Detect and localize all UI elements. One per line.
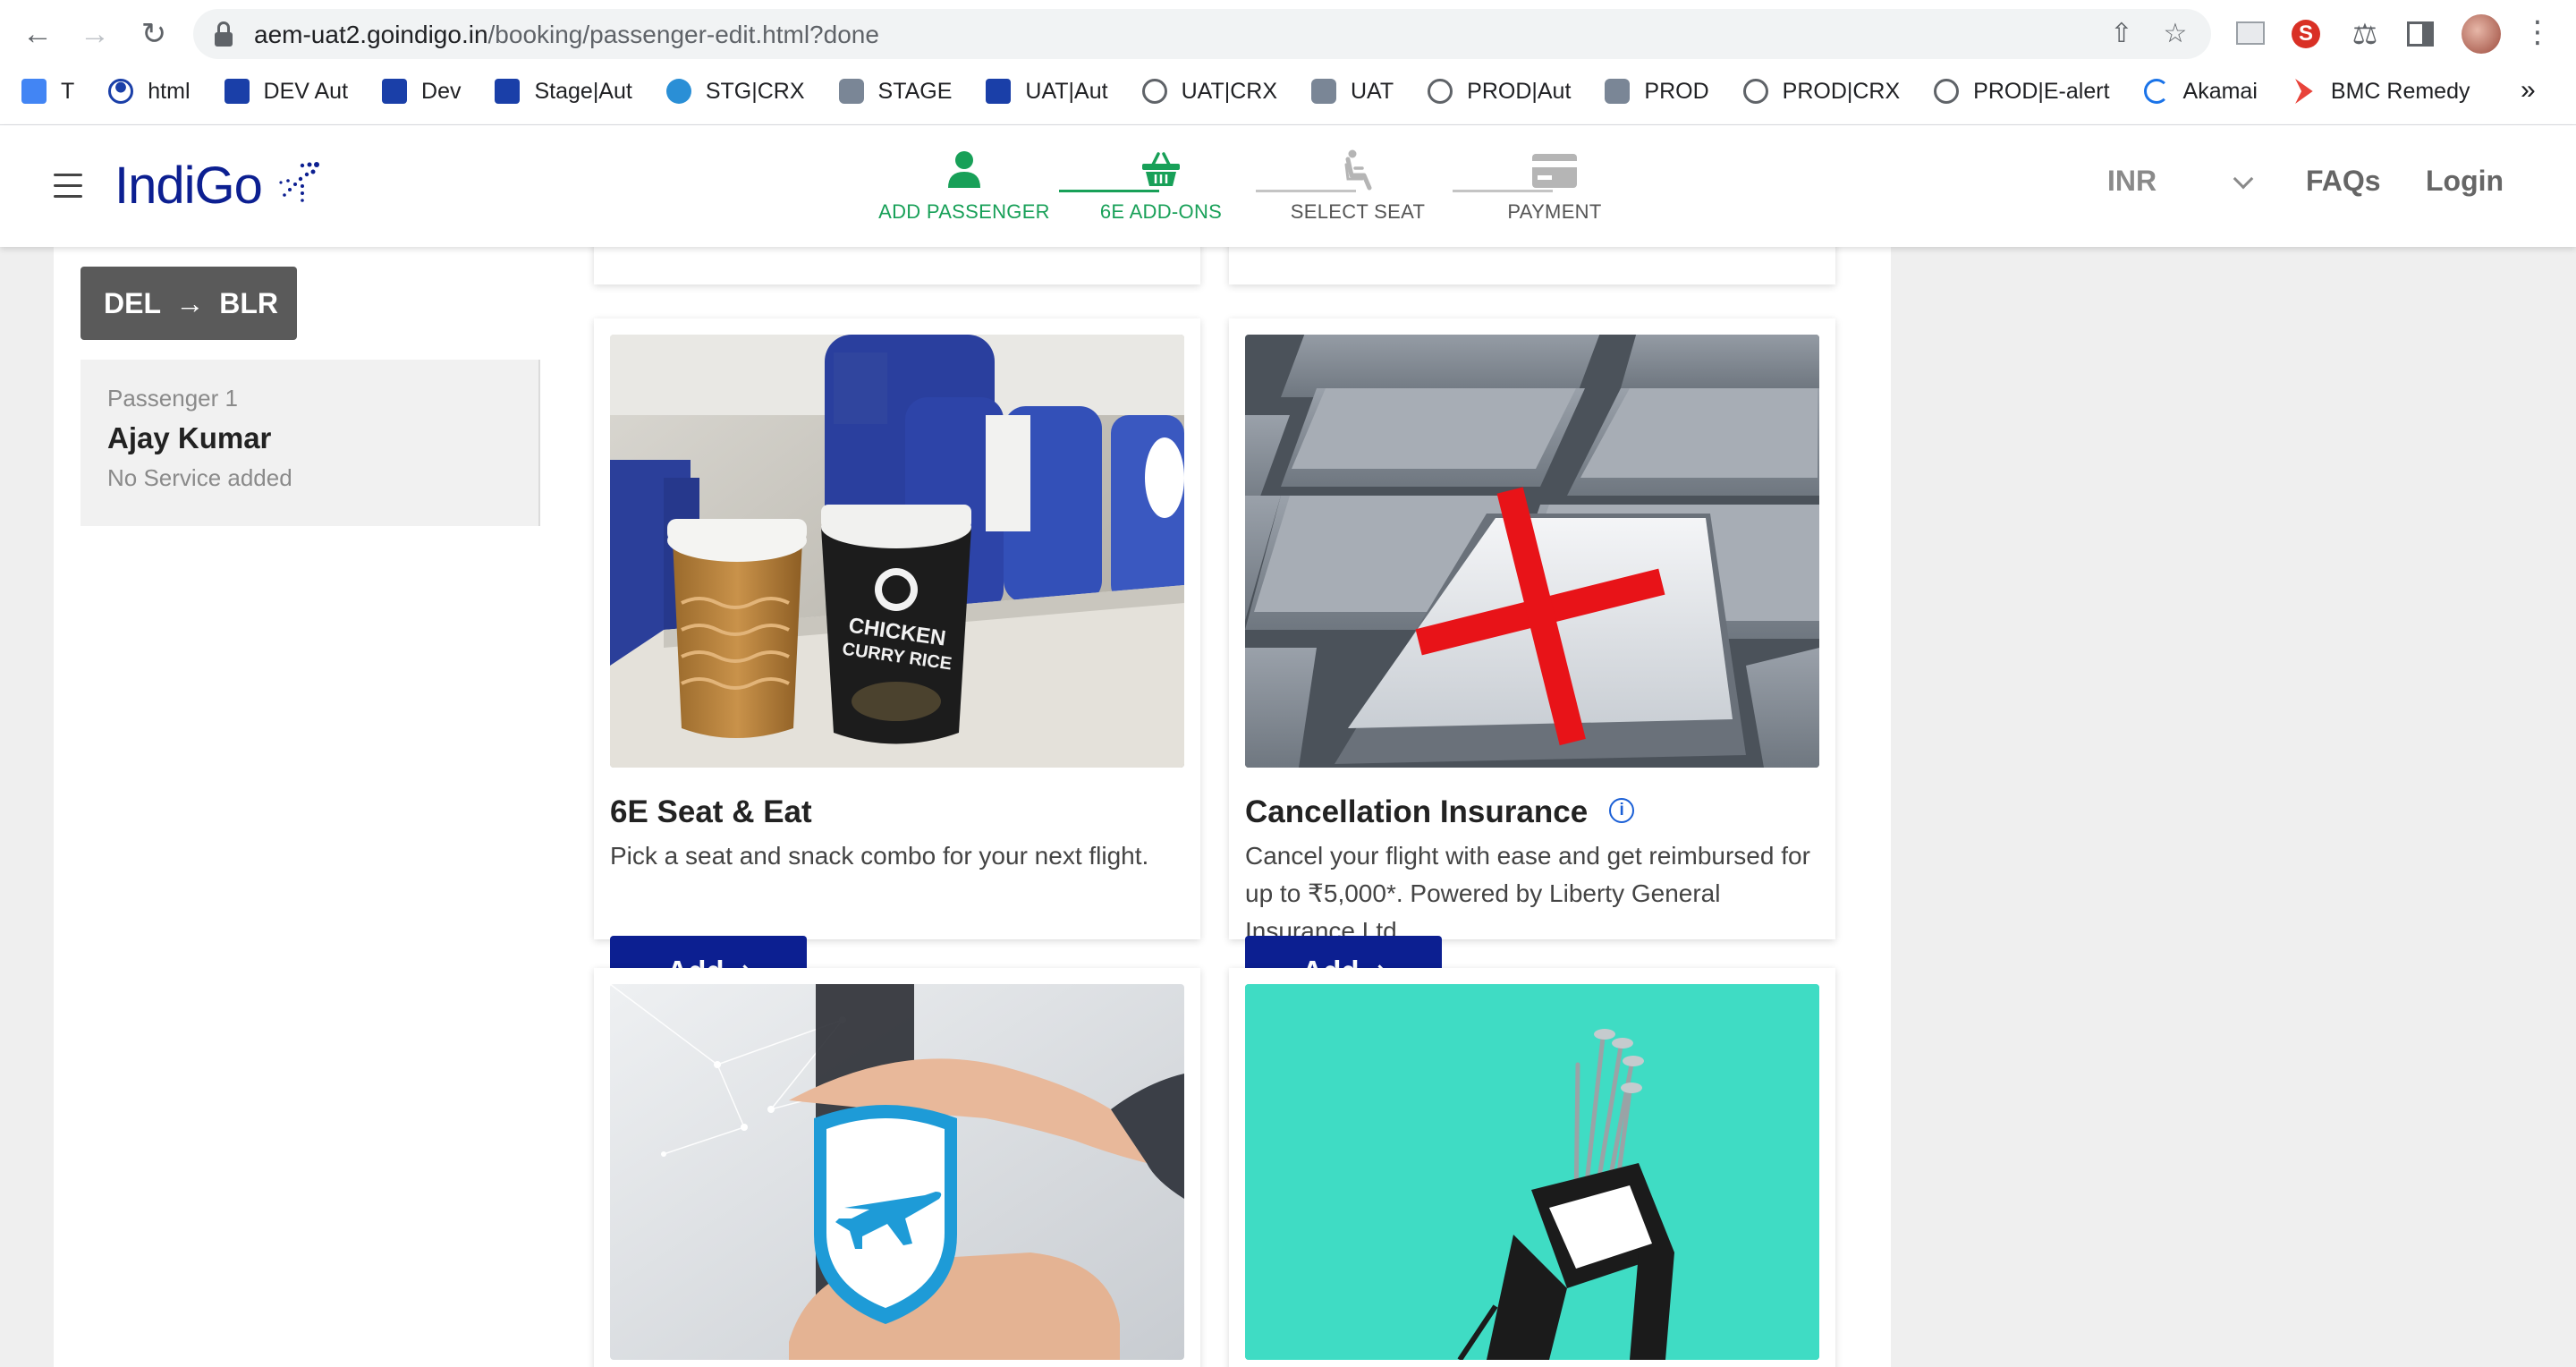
side-panel-icon[interactable] <box>2402 16 2438 52</box>
robot-icon <box>1311 79 1336 104</box>
step-6e-add-ons[interactable]: 6E ADD-ONS <box>1072 149 1250 224</box>
cancellation-insurance-image <box>1245 335 1819 768</box>
currency-selector[interactable]: INR <box>2107 165 2157 198</box>
extension-reader-icon[interactable] <box>2233 16 2268 52</box>
extension-seo-icon[interactable]: S <box>2288 16 2324 52</box>
bookmark-item[interactable]: STAGE <box>838 79 952 105</box>
share-icon[interactable]: ⇧ <box>2107 20 2136 48</box>
globe-icon <box>1428 79 1453 104</box>
chevron-down-icon[interactable] <box>2233 168 2254 190</box>
person-icon <box>108 79 134 104</box>
card-icon <box>1532 149 1577 191</box>
bookmark-item[interactable]: Akamai <box>2143 79 2258 105</box>
addon-title: Cancellation Insurance i <box>1245 794 1635 830</box>
reload-icon[interactable]: ↻ <box>134 14 174 54</box>
addon-card-cancellation-insurance: Cancellation Insurance i Cancel your flig… <box>1229 318 1835 1007</box>
robot-icon <box>1605 79 1631 104</box>
forward-icon[interactable]: → <box>75 14 114 54</box>
addon-card-travel-insurance <box>594 968 1200 1367</box>
passenger-name: Ajay Kumar <box>107 421 272 454</box>
plane-icon <box>224 79 250 104</box>
addon-card-seat-eat: CHICKEN CURRY RICE 6E Seat & Eat Pick a … <box>594 318 1200 1007</box>
profile-avatar[interactable] <box>2462 14 2501 54</box>
bookmark-item[interactable]: PROD <box>1605 79 1709 105</box>
bookmark-item[interactable]: STG|CRX <box>665 79 805 105</box>
bookmark-item[interactable]: Dev <box>382 79 461 105</box>
site-header: IndiGo ADD PASSENGER 6E ADD-ONS SELECT S… <box>0 125 2576 247</box>
logo-plane-dots-icon <box>279 162 319 202</box>
service-status: No Service added <box>107 464 292 491</box>
plane-icon <box>986 79 1012 104</box>
bookmark-item[interactable]: BMC Remedy <box>2292 79 2470 105</box>
travel-insurance-image <box>610 984 1184 1360</box>
lock-icon[interactable] <box>213 21 234 47</box>
login-link[interactable]: Login <box>2426 165 2504 198</box>
faqs-link[interactable]: FAQs <box>2306 165 2381 198</box>
bookmarks-bar: T html DEV Aut Dev Stage|Aut STG|CRX STA… <box>21 73 2470 109</box>
bookmark-item[interactable]: PROD|Aut <box>1428 79 1571 105</box>
bookmark-item[interactable]: UAT <box>1311 79 1394 105</box>
step-payment[interactable]: PAYMENT <box>1465 149 1644 224</box>
url-text[interactable]: aem-uat2.goindigo.in/booking/passenger-e… <box>254 21 879 49</box>
globe-icon <box>1934 79 1960 104</box>
bookmark-item[interactable]: PROD|E-alert <box>1934 79 2110 105</box>
bookmark-item[interactable]: DEV Aut <box>224 79 348 105</box>
addon-card-partial <box>594 247 1200 284</box>
bookmark-item[interactable]: html <box>108 79 191 105</box>
globe-icon <box>1141 79 1167 104</box>
golf-bag-image <box>1245 984 1819 1360</box>
step-add-passenger[interactable]: ADD PASSENGER <box>875 149 1054 224</box>
booking-content-area: DEL → BLR Passenger 1 Ajay Kumar No Serv… <box>54 247 1891 1367</box>
step-select-seat[interactable]: SELECT SEAT <box>1268 149 1447 224</box>
address-bar[interactable]: aem-uat2.goindigo.in/booking/passenger-e… <box>193 9 2211 59</box>
passenger-number: Passenger 1 <box>107 385 238 412</box>
browser-chrome: ← → ↻ aem-uat2.goindigo.in/booking/passe… <box>0 0 2576 125</box>
info-icon[interactable]: i <box>1609 797 1635 823</box>
passenger-summary-card[interactable]: Passenger 1 Ajay Kumar No Service added <box>80 360 540 526</box>
route-chip[interactable]: DEL → BLR <box>80 267 297 340</box>
bookmark-item[interactable]: PROD|CRX <box>1742 79 1900 105</box>
hamburger-menu-icon[interactable] <box>54 174 82 199</box>
back-icon[interactable]: ← <box>18 14 57 54</box>
bookmark-item[interactable]: UAT|CRX <box>1141 79 1277 105</box>
globe-icon <box>1742 79 1768 104</box>
cloud-icon <box>665 79 691 104</box>
addon-description: Cancel your flight with ease and get rei… <box>1245 842 1810 945</box>
plane-icon <box>382 79 408 104</box>
menu-kebab-icon[interactable]: ⋮ <box>2522 14 2553 54</box>
indigo-logo[interactable]: IndiGo <box>114 156 263 216</box>
booking-progress-stepper: ADD PASSENGER 6E ADD-ONS SELECT SEAT PAY… <box>852 149 1657 229</box>
page-background-right <box>1891 247 2576 1367</box>
extensions-puzzle-icon[interactable]: ⚖ <box>2347 16 2383 52</box>
addon-card-partial <box>1229 247 1835 284</box>
bookmark-item[interactable]: T <box>21 79 74 105</box>
bookmark-item[interactable]: UAT|Aut <box>986 79 1108 105</box>
basket-icon <box>1139 149 1183 191</box>
plane-icon <box>495 79 521 104</box>
bmc-icon <box>2295 79 2313 104</box>
person-icon <box>942 149 987 191</box>
addon-card-sports-equipment <box>1229 968 1835 1367</box>
arrow-right-icon: → <box>175 287 205 319</box>
google-translate-icon <box>21 79 47 104</box>
seat-icon <box>1335 149 1380 191</box>
akamai-icon <box>2143 79 2169 104</box>
bookmark-item[interactable]: Stage|Aut <box>495 79 632 105</box>
bookmarks-overflow-button[interactable]: » <box>2521 75 2536 106</box>
robot-icon <box>838 79 864 104</box>
seat-eat-image: CHICKEN CURRY RICE <box>610 335 1184 768</box>
addon-description: Pick a seat and snack combo for your nex… <box>610 842 1149 870</box>
bookmark-star-icon[interactable]: ☆ <box>2161 20 2190 48</box>
addon-title: 6E Seat & Eat <box>610 794 812 829</box>
